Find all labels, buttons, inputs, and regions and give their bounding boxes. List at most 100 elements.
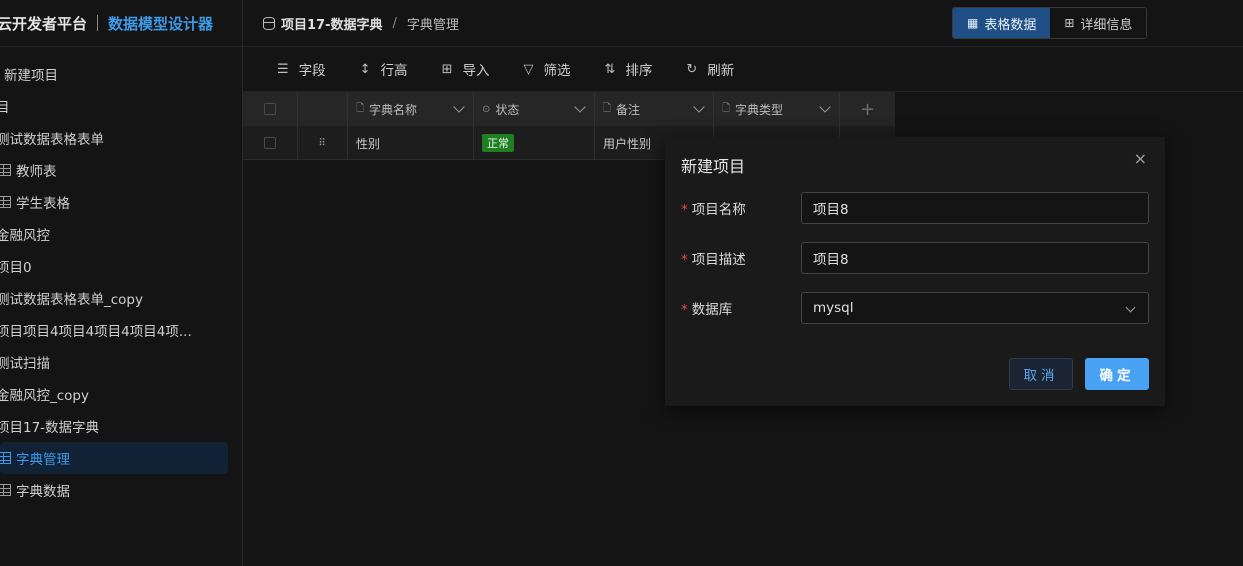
sidebar-item-label: 项目项目4项目4项目4项目4项... bbox=[0, 324, 192, 340]
sidebar-item-label: 字典管理 bbox=[16, 452, 70, 468]
sidebar-item-label: 测试扫描 bbox=[0, 356, 50, 372]
field-label: 数据库 bbox=[691, 302, 733, 318]
add-column-icon[interactable]: + bbox=[860, 99, 875, 120]
status-badge: 正常 bbox=[482, 134, 514, 152]
row-select-cell bbox=[243, 126, 298, 160]
row-checkbox[interactable] bbox=[264, 137, 276, 149]
column-header-dict-name[interactable]: 🗋 字典名称 bbox=[348, 92, 474, 126]
sidebar-item-project[interactable]: 金融风控 bbox=[0, 218, 243, 250]
table-toolbar: ☰ 字段 ↕ 行高 ⊞ 导入 ▽ 筛选 ⇅ 排序 ↻ 刷新 bbox=[243, 47, 1243, 92]
database-label: * 数据库 bbox=[681, 298, 801, 318]
text-field-icon: 🗋 bbox=[356, 102, 365, 114]
chevron-down-icon[interactable] bbox=[453, 101, 465, 113]
tab-table-data[interactable]: ▦ 表格数据 bbox=[953, 8, 1051, 38]
table-icon: ▦ bbox=[967, 16, 979, 30]
import-button[interactable]: ⊞ 导入 bbox=[442, 59, 490, 80]
sidebar-item-table[interactable]: 学生表格 bbox=[0, 186, 243, 218]
drag-header-cell bbox=[298, 92, 348, 126]
sidebar-item-project[interactable]: 测试数据表格表单_copy bbox=[0, 282, 243, 314]
fields-button[interactable]: ☰ 字段 bbox=[277, 59, 326, 80]
column-header-status[interactable]: ⊙ 状态 bbox=[474, 92, 595, 126]
tab-details[interactable]: ⊞ 详细信息 bbox=[1050, 8, 1147, 38]
close-icon[interactable]: × bbox=[1134, 149, 1147, 168]
sidebar-item-label: 测试数据表格表单_copy bbox=[0, 292, 143, 308]
refresh-icon: ↻ bbox=[686, 61, 698, 77]
ok-button[interactable]: 确定 bbox=[1085, 358, 1149, 390]
sidebar-item-new-project[interactable]: 新建项目 bbox=[0, 58, 243, 90]
toolbar-label: 字段 bbox=[298, 63, 326, 79]
breadcrumb-project[interactable]: 项目17-数据字典 bbox=[281, 14, 383, 33]
sidebar-item-group[interactable]: 目 bbox=[0, 90, 243, 122]
database-select[interactable]: mysql bbox=[801, 292, 1149, 324]
chevron-down-icon[interactable] bbox=[574, 101, 586, 113]
form-row-database: * 数据库 mysql bbox=[681, 292, 1149, 324]
breadcrumb-current: 字典管理 bbox=[406, 17, 459, 33]
filter-button[interactable]: ▽ 筛选 bbox=[523, 59, 571, 80]
select-all-cell bbox=[243, 92, 298, 126]
select-all-checkbox[interactable] bbox=[264, 103, 276, 115]
column-header-dict-type[interactable]: 🗋 字典类型 bbox=[714, 92, 840, 126]
table-icon bbox=[0, 452, 11, 464]
sidebar-item-label: 测试数据表格表单 bbox=[0, 132, 104, 148]
sidebar-item-project[interactable]: 测试数据表格表单 bbox=[0, 122, 243, 154]
project-name-label: * 项目名称 bbox=[681, 198, 801, 218]
sidebar-item-label: 金融风控_copy bbox=[0, 388, 89, 404]
sidebar-item-label: 目 bbox=[0, 100, 10, 116]
new-project-dialog: 新建项目 × * 项目名称 项目8 * 项目描述 项目8 * 数据库 mysql 取消… bbox=[665, 137, 1165, 406]
toolbar-label: 筛选 bbox=[543, 63, 571, 79]
refresh-button[interactable]: ↻ 刷新 bbox=[686, 59, 734, 80]
column-label: 状态 bbox=[495, 102, 520, 117]
grid-icon: ⊞ bbox=[1064, 16, 1075, 30]
sidebar-item-project[interactable]: 项目17-数据字典 bbox=[0, 410, 243, 442]
chevron-down-icon[interactable] bbox=[693, 101, 705, 113]
column-label: 字典名称 bbox=[369, 102, 418, 117]
grid-header-row: 🗋 字典名称 ⊙ 状态 🗋 备注 🗋 字典类型 + bbox=[243, 92, 895, 126]
app-root: 云开发者平台 数据模型设计器 新建项目 目 测试数据表格表单 教师表 学生表格 bbox=[0, 0, 1243, 566]
sidebar-item-project[interactable]: 金融风控_copy bbox=[0, 378, 243, 410]
sidebar-item-dict-data[interactable]: 字典数据 bbox=[0, 474, 243, 506]
breadcrumb: 项目17-数据字典 / 字典管理 bbox=[263, 14, 459, 33]
sidebar-item-label: 金融风控 bbox=[0, 228, 50, 244]
sidebar-item-label: 新建项目 bbox=[4, 68, 58, 84]
required-mark: * bbox=[681, 252, 688, 268]
sidebar-item-dict-management[interactable]: 字典管理 bbox=[0, 442, 228, 474]
sidebar-item-label: 学生表格 bbox=[16, 196, 70, 212]
tab-label: 详细信息 bbox=[1080, 17, 1133, 33]
top-header: 项目17-数据字典 / 字典管理 ▦ 表格数据 ⊞ 详细信息 bbox=[243, 0, 1243, 47]
field-label: 项目名称 bbox=[691, 202, 746, 218]
drag-handle-icon[interactable]: ⠿ bbox=[318, 138, 326, 149]
field-label: 项目描述 bbox=[691, 252, 746, 268]
database-select-value: mysql bbox=[813, 300, 854, 316]
sort-button[interactable]: ⇅ 排序 bbox=[604, 59, 653, 80]
cell-dict-name[interactable]: 性别 bbox=[348, 126, 474, 160]
form-row-project-name: * 项目名称 项目8 bbox=[681, 192, 1149, 224]
sort-icon: ⇅ bbox=[604, 61, 616, 77]
column-label: 字典类型 bbox=[735, 102, 784, 117]
required-mark: * bbox=[681, 302, 688, 318]
designer-title: 数据模型设计器 bbox=[108, 14, 214, 33]
row-height-icon: ↕ bbox=[359, 61, 371, 77]
cell-status[interactable]: 正常 bbox=[474, 126, 595, 160]
sidebar-item-project[interactable]: 测试扫描 bbox=[0, 346, 243, 378]
view-switcher: ▦ 表格数据 ⊞ 详细信息 bbox=[952, 7, 1148, 39]
toolbar-label: 排序 bbox=[625, 63, 653, 79]
sidebar-item-project[interactable]: 项目项目4项目4项目4项目4项... bbox=[0, 314, 243, 346]
sidebar-item-project[interactable]: 项目0 bbox=[0, 250, 243, 282]
project-name-input[interactable]: 项目8 bbox=[801, 192, 1149, 224]
row-height-button[interactable]: ↕ 行高 bbox=[359, 59, 408, 80]
dialog-title: 新建项目 bbox=[681, 157, 746, 176]
list-icon: ☰ bbox=[277, 61, 289, 77]
project-desc-label: * 项目描述 bbox=[681, 248, 801, 268]
text-field-icon: 🗋 bbox=[603, 102, 612, 114]
sidebar-item-label: 教师表 bbox=[16, 164, 57, 180]
column-header-remark[interactable]: 🗋 备注 bbox=[595, 92, 714, 126]
chevron-down-icon[interactable] bbox=[819, 101, 831, 113]
add-column-cell: + bbox=[840, 92, 895, 126]
required-mark: * bbox=[681, 202, 688, 218]
sidebar-item-table[interactable]: 教师表 bbox=[0, 154, 243, 186]
cancel-button[interactable]: 取消 bbox=[1009, 358, 1073, 390]
breadcrumb-separator: / bbox=[392, 15, 397, 31]
project-desc-input[interactable]: 项目8 bbox=[801, 242, 1149, 274]
tab-label: 表格数据 bbox=[984, 17, 1037, 33]
row-drag-cell: ⠿ bbox=[298, 126, 348, 160]
